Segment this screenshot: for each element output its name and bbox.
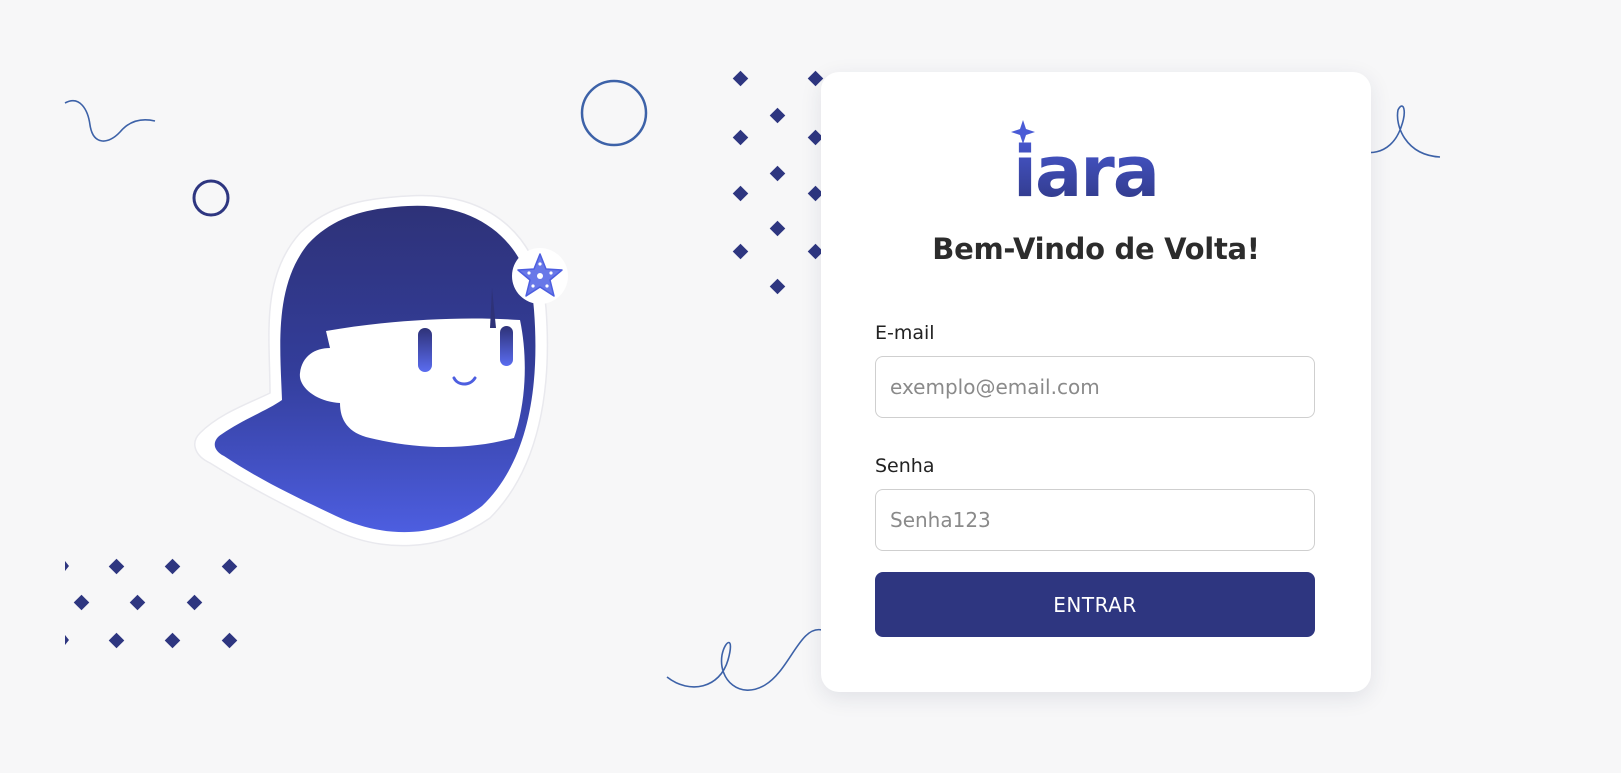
password-field[interactable] bbox=[875, 489, 1315, 551]
page-title: Bem-Vindo de Volta! bbox=[932, 232, 1260, 266]
squiggle-top-left bbox=[64, 100, 156, 142]
email-label: E-mail bbox=[875, 322, 935, 344]
circle-large bbox=[580, 79, 648, 147]
mascot-illustration bbox=[194, 194, 568, 547]
diamond-grid-bottom bbox=[65, 558, 238, 649]
password-label: Senha bbox=[875, 455, 935, 477]
brand-logo: iara bbox=[1011, 120, 1160, 200]
diamond-grid-top bbox=[732, 70, 824, 295]
starfish-icon bbox=[512, 248, 568, 304]
login-card: iara Bem-Vindo de Volta! E-mail Senha EN… bbox=[821, 72, 1371, 692]
login-page: iara Bem-Vindo de Volta! E-mail Senha EN… bbox=[0, 0, 1621, 773]
logo-text: iara bbox=[1013, 131, 1158, 200]
submit-button[interactable]: ENTRAR bbox=[875, 572, 1315, 637]
email-field[interactable] bbox=[875, 356, 1315, 418]
